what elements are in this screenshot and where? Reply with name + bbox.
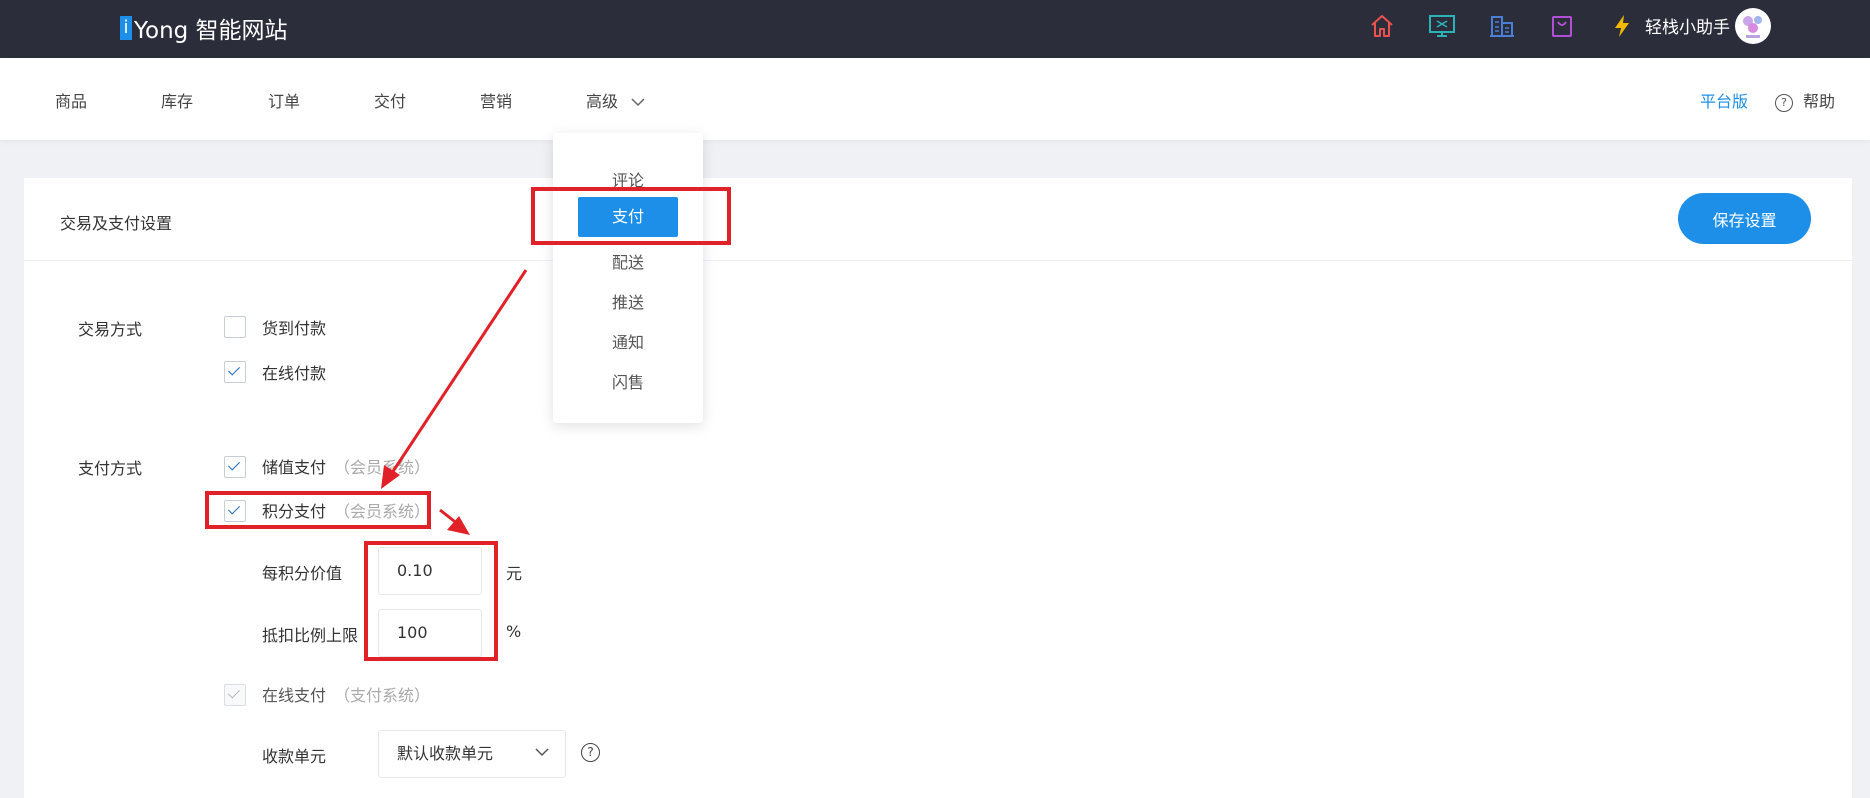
online-pay-label: 在线支付 [262,686,327,705]
help-link-label: 帮助 [1803,92,1836,111]
monitor-icon[interactable] [1412,10,1472,42]
stored-value-checkbox[interactable] [224,456,246,478]
collection-unit-select[interactable]: 默认收款单元 [378,730,566,778]
cash-on-delivery-checkbox[interactable] [224,316,246,338]
logo-text: Yong 智能网站 [134,18,288,44]
payment-method-label: 支付方式 [78,459,143,478]
avatar[interactable] [1735,8,1771,44]
user-name[interactable]: 轻栈小助手 [1645,13,1730,38]
nav-item-marketing[interactable]: 营销 [480,88,512,112]
stored-value-option: 储值支付 （会员系统） [262,454,430,478]
help-icon: ? [1775,94,1793,112]
main-nav: 商品 库存 订单 交付 营销 高级 平台版 ? 帮助 [0,58,1870,140]
buildings-icon[interactable] [1472,10,1532,42]
settings-card: 交易及支付设置 保存设置 交易方式 货到付款 在线付款 支付方式 储值支付 （会员… [24,178,1852,798]
highlight-box-payment-menu [531,187,731,245]
save-settings-button[interactable]: 保存设置 [1678,193,1811,244]
online-pay-option: 在线支付 （支付系统） [262,682,430,706]
nav-item-advanced[interactable]: 高级 [586,88,645,112]
online-payment-label: 在线付款 [262,364,327,383]
platform-link[interactable]: 平台版 [1700,88,1748,112]
help-icon[interactable]: ? [581,743,600,762]
logo[interactable]: i Yong 智能网站 [120,8,288,48]
collection-unit-value: 默认收款单元 [397,744,494,763]
deduct-limit-unit: % [506,622,522,641]
online-pay-checkbox[interactable] [224,684,246,706]
menu-item-notifications[interactable]: 通知 [553,329,703,353]
bag-icon[interactable] [1532,10,1592,42]
nav-item-orders[interactable]: 订单 [268,88,300,112]
online-pay-sub: （支付系统） [334,686,431,705]
menu-item-push[interactable]: 推送 [553,289,703,313]
card-header: 交易及支付设置 保存设置 [24,178,1852,261]
online-payment-checkbox[interactable] [224,361,246,383]
lightning-icon[interactable] [1592,10,1652,42]
collection-unit-label: 收款单元 [262,747,327,766]
nav-item-products[interactable]: 商品 [55,88,87,112]
stored-value-label: 储值支付 [262,458,327,477]
nav-item-advanced-label: 高级 [586,92,619,111]
points-value-unit: 元 [506,564,523,583]
highlight-box-points-inputs [364,541,498,661]
home-icon[interactable] [1352,10,1412,42]
nav-item-delivery[interactable]: 交付 [374,88,406,112]
highlight-box-points-payment [205,491,431,529]
cash-on-delivery-label: 货到付款 [262,319,327,338]
chevron-down-icon [631,98,645,107]
points-value-label: 每积分价值 [262,564,343,583]
logo-letter: i [120,16,132,40]
advanced-dropdown-menu: 评论 支付 配送 推送 通知 闪售 [553,133,703,423]
menu-item-flash-sale[interactable]: 闪售 [553,369,703,393]
help-link[interactable]: ? 帮助 [1775,88,1835,112]
page-title: 交易及支付设置 [60,214,173,233]
nav-item-inventory[interactable]: 库存 [161,88,193,112]
stored-value-sub: （会员系统） [334,458,431,477]
top-bar: i Yong 智能网站 轻栈小助手 [0,0,1870,58]
menu-item-shipping[interactable]: 配送 [553,249,703,273]
deduct-limit-label: 抵扣比例上限 [262,626,359,645]
chevron-down-icon [535,748,549,757]
trade-method-label: 交易方式 [78,320,143,339]
top-icon-bar [1352,10,1652,42]
